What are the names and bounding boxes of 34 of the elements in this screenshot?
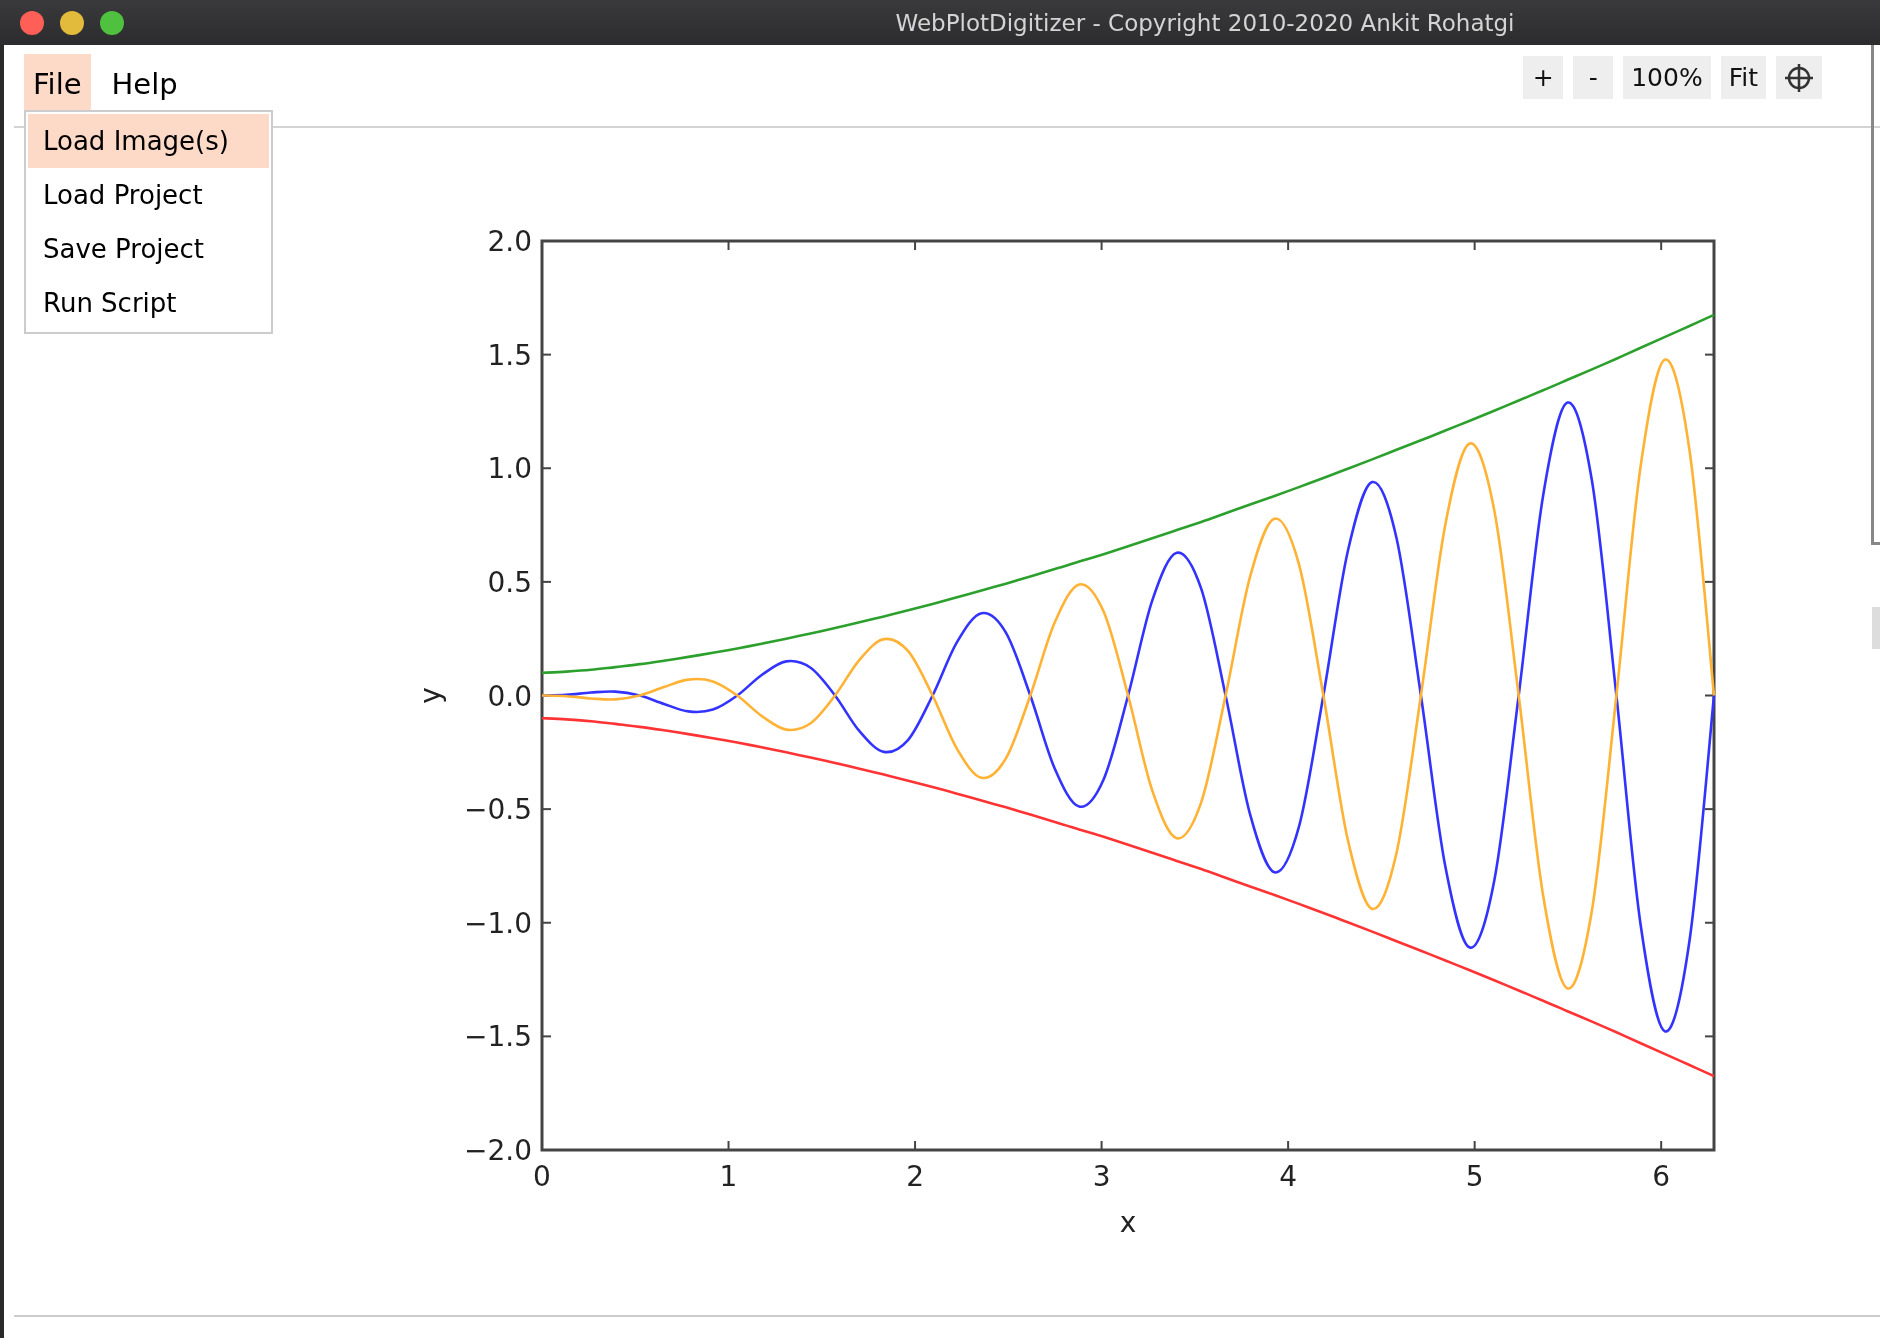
window-title: WebPlotDigitizer - Copyright 2010-2020 Ankit Rohatgi xyxy=(895,9,1515,36)
minimize-button[interactable] xyxy=(60,10,84,35)
tick-label: 1.5 xyxy=(487,338,532,372)
zoom-control-button[interactable]: 100% xyxy=(1623,56,1711,99)
tick-label: 6 xyxy=(1652,1160,1671,1193)
menu-item[interactable]: Help xyxy=(102,54,187,110)
tick-label: 4 xyxy=(1279,1160,1298,1193)
menu-item[interactable]: Load Image(s) xyxy=(28,114,269,168)
tick-label: −0.5 xyxy=(464,793,532,827)
tick-label: 2 xyxy=(906,1160,924,1193)
crosshair-button[interactable] xyxy=(1776,56,1822,99)
tick-label: −1.5 xyxy=(464,1020,532,1054)
crosshair-icon xyxy=(1784,62,1814,93)
tick-label: 2.0 xyxy=(487,225,532,258)
menu-item[interactable]: Save Project xyxy=(28,222,269,276)
zoom-control-button[interactable]: - xyxy=(1573,56,1614,99)
zoom-button[interactable] xyxy=(100,10,124,35)
zoom-control-button[interactable]: + xyxy=(1523,56,1564,99)
menu-item[interactable]: Load Project xyxy=(28,168,269,222)
zoom-control-button[interactable]: Fit xyxy=(1720,56,1766,99)
tick-label: 0 xyxy=(533,1160,551,1193)
close-button[interactable] xyxy=(20,10,44,35)
tick-label: 1 xyxy=(719,1160,738,1193)
tick-label: 0.5 xyxy=(487,565,532,599)
tick-label: −2.0 xyxy=(464,1134,532,1167)
tick-label: −1.0 xyxy=(464,906,532,940)
axis-label: x xyxy=(1119,1206,1137,1239)
menu-item[interactable]: Run Script xyxy=(28,276,269,330)
tick-label: 5 xyxy=(1465,1160,1484,1193)
menu-item[interactable]: File xyxy=(24,54,91,110)
tick-label: 1.0 xyxy=(487,452,532,486)
axis-label: y xyxy=(414,687,447,704)
tick-label: 0.0 xyxy=(487,679,532,713)
tick-label: 3 xyxy=(1092,1160,1111,1193)
